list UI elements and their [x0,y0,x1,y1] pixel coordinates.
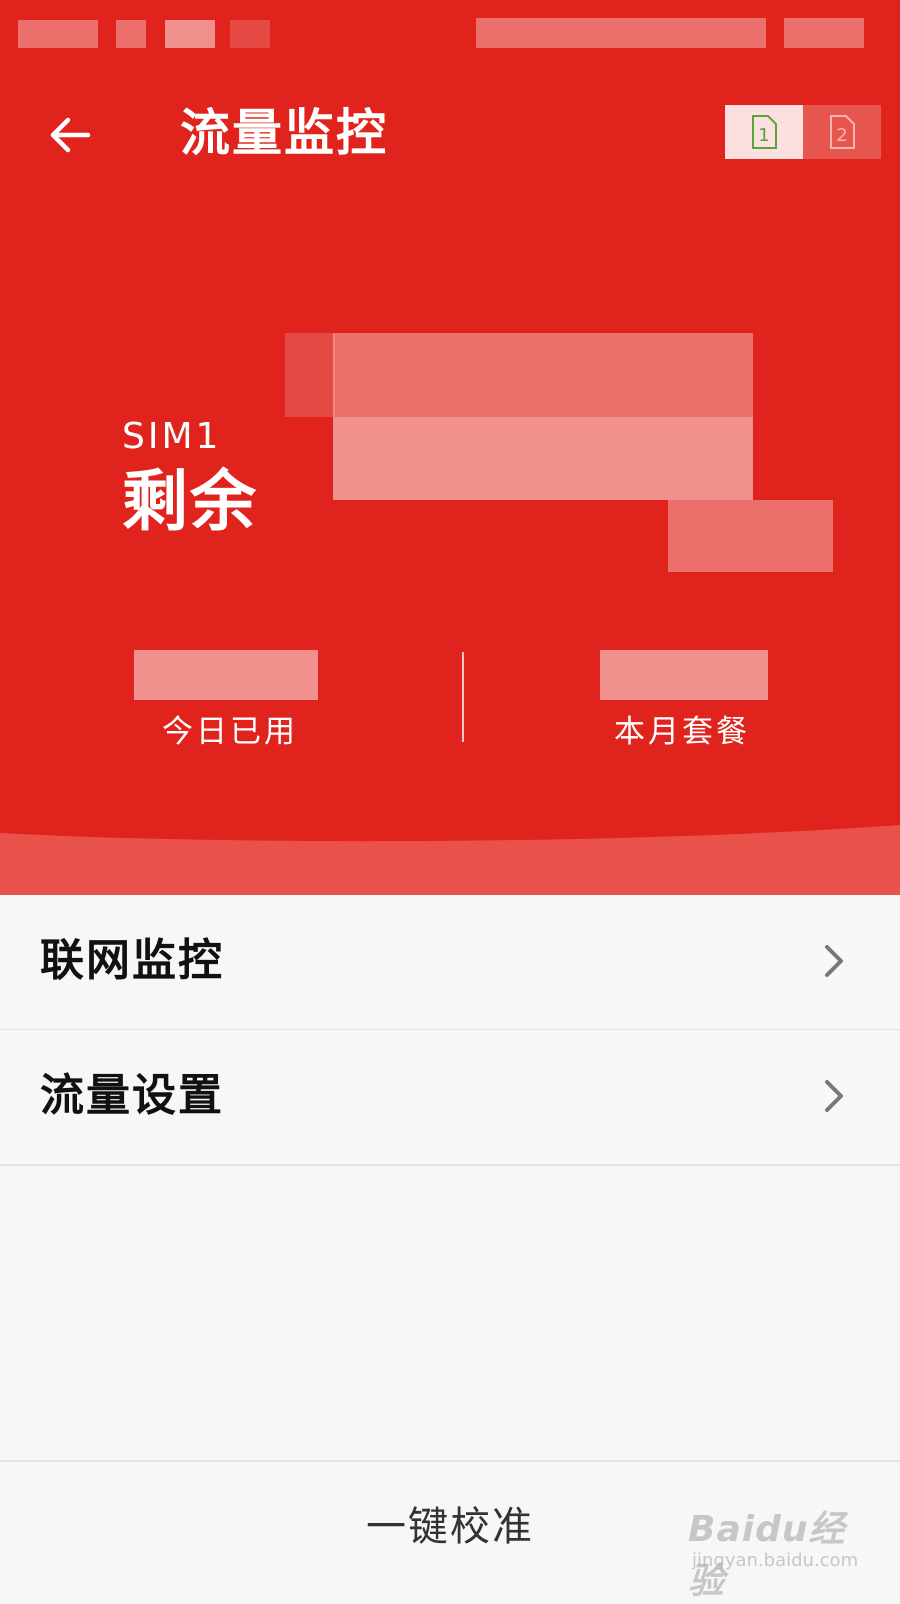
svg-text:1: 1 [758,125,769,146]
menu-item-label: 联网监控 [40,935,224,986]
status-bar-redacted [784,18,864,48]
sim-label: SIM1 [122,416,222,457]
header-wave [0,825,900,895]
today-used-label: 今日已用 [162,714,298,750]
sim-card-2-icon: 2 [830,115,855,149]
sim1-tab[interactable]: 1 [725,105,803,159]
arrow-left-icon [50,117,91,153]
status-bar-redacted [165,20,215,48]
calibrate-button[interactable]: 一键校准 [320,1492,580,1562]
monthly-plan-label: 本月套餐 [614,714,750,750]
back-button[interactable] [40,105,100,165]
chevron-right-icon [825,1080,843,1112]
chevron-right-icon [825,945,843,977]
sim-card-1-icon: 1 [752,115,777,149]
status-bar-redacted [18,20,98,48]
page-title: 流量监控 [180,104,388,162]
status-bar-redacted [116,20,146,48]
menu-item-label: 流量设置 [40,1070,224,1121]
status-bar-redacted [476,18,766,48]
sim-switch[interactable]: 1 2 [725,105,881,159]
sim2-tab[interactable]: 2 [803,105,881,159]
remaining-label: 剩余 [122,463,258,540]
status-bar [0,0,900,56]
status-bar-redacted [230,20,270,48]
menu-item-data-settings[interactable]: 流量设置 [0,1030,900,1166]
menu-item-network-monitor[interactable]: 联网监控 [0,895,900,1031]
svg-text:2: 2 [836,125,847,146]
baidu-watermark: Baidu经验 jingyan.baidu.com [688,1500,878,1602]
stats-divider [462,652,464,742]
header-panel: 流量监控 1 2 SIM1 剩余 今日已用 本月套餐 [0,0,900,895]
watermark-url: jingyan.baidu.com [692,1550,859,1571]
